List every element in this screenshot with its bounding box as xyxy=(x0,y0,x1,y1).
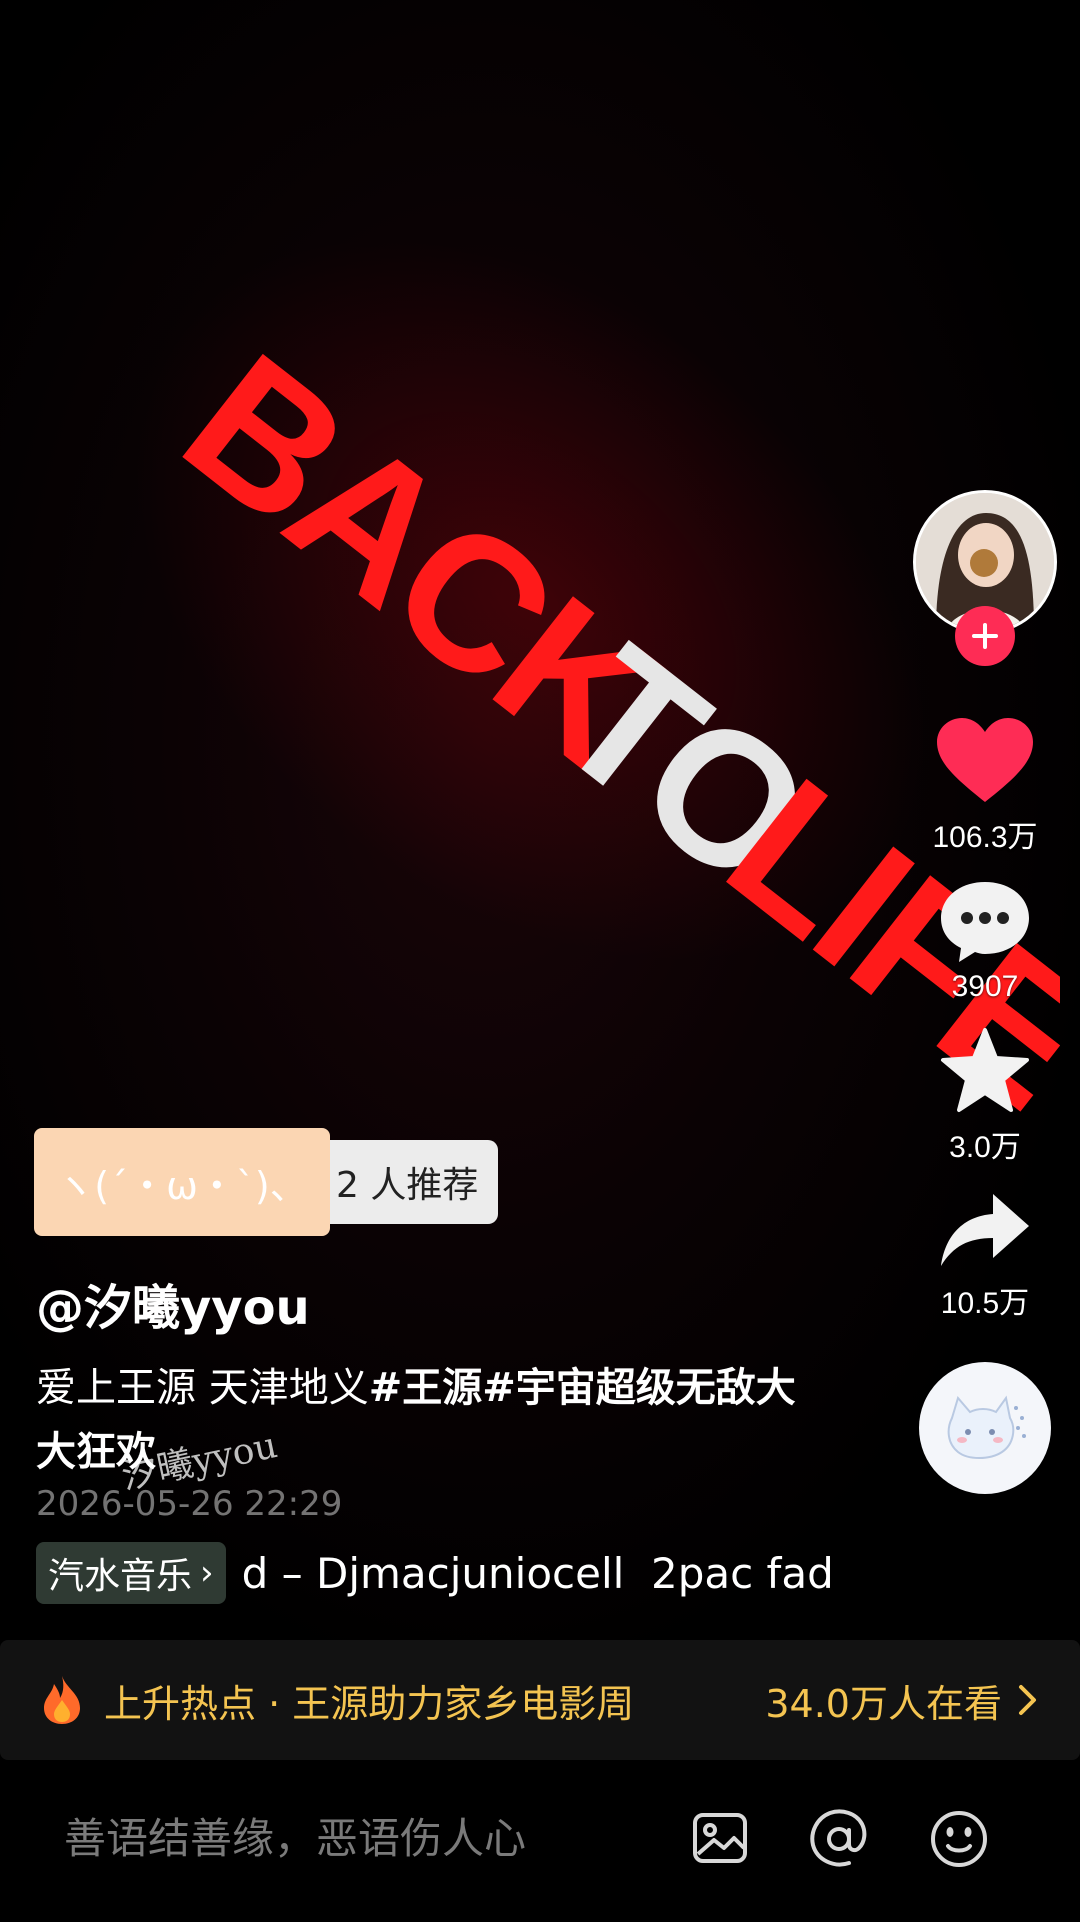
flame-icon xyxy=(44,1676,80,1724)
cat-sticker-icon xyxy=(947,1395,1026,1459)
chevron-right-icon: › xyxy=(200,1553,214,1593)
hot-topic-text: 上升热点 · 王源助力家乡电影周 xyxy=(104,1681,635,1726)
back-to-life-sign: BACK TO LIFE xyxy=(147,314,1060,1140)
music-title: d – Djmacjuniocell 2pac fad xyxy=(241,1548,834,1598)
music-app-label: 汽水音乐 xyxy=(48,1556,193,1597)
emoji-icon[interactable] xyxy=(928,1808,990,1870)
favorite-button[interactable]: 3.0万 xyxy=(937,1026,1033,1166)
heart-icon xyxy=(936,718,1033,802)
author-avatar-wrap[interactable] xyxy=(913,490,1057,666)
favorite-count: 3.0万 xyxy=(949,1131,1021,1164)
action-rail: 106.3万 3907 3.0万 10.5万 xyxy=(910,490,1060,1494)
recommend-badge[interactable]: ヽ(´・ω・`)、 2 人推荐 xyxy=(34,1128,499,1236)
image-icon[interactable] xyxy=(690,1808,750,1868)
music-row[interactable]: 汽水音乐 › d – Djmacjuniocell 2pac fad xyxy=(36,1542,834,1604)
share-count: 10.5万 xyxy=(940,1287,1030,1320)
post-date: 2026-05-26 22:29 xyxy=(36,1484,343,1524)
comment-count: 3907 xyxy=(951,970,1019,1003)
description-text: 爱上王源 天津地义 xyxy=(36,1365,369,1411)
recommend-count: 2 人推荐 xyxy=(326,1140,499,1224)
follow-button[interactable] xyxy=(955,606,1015,666)
share-button[interactable]: 10.5万 xyxy=(937,1188,1033,1322)
comment-bar xyxy=(0,1760,1080,1922)
plus-icon xyxy=(972,623,998,649)
music-disc[interactable] xyxy=(919,1362,1051,1494)
share-arrow-icon xyxy=(941,1194,1029,1266)
hashtag-link[interactable]: #王源 xyxy=(369,1365,483,1411)
star-icon xyxy=(941,1028,1029,1112)
mention-icon[interactable] xyxy=(808,1808,870,1870)
hot-topic-watching[interactable]: 34.0万人在看 xyxy=(765,1673,1040,1728)
comment-icon xyxy=(941,882,1029,962)
music-app-chip[interactable]: 汽水音乐 › xyxy=(36,1542,226,1604)
like-count: 106.3万 xyxy=(932,821,1038,854)
hot-topic-bar[interactable]: 上升热点 · 王源助力家乡电影周 34.0万人在看 xyxy=(0,1640,1080,1760)
comment-input[interactable] xyxy=(64,1814,624,1863)
comment-button[interactable]: 3907 xyxy=(937,878,1033,1004)
recommender-kaomoji: ヽ(´・ω・`)、 xyxy=(34,1128,330,1236)
chevron-right-icon xyxy=(1019,1685,1036,1715)
author-name[interactable]: @汐曦yyou xyxy=(36,1268,310,1338)
watching-count: 34.0万人在看 xyxy=(765,1681,1002,1726)
like-button[interactable]: 106.3万 xyxy=(932,716,1038,856)
